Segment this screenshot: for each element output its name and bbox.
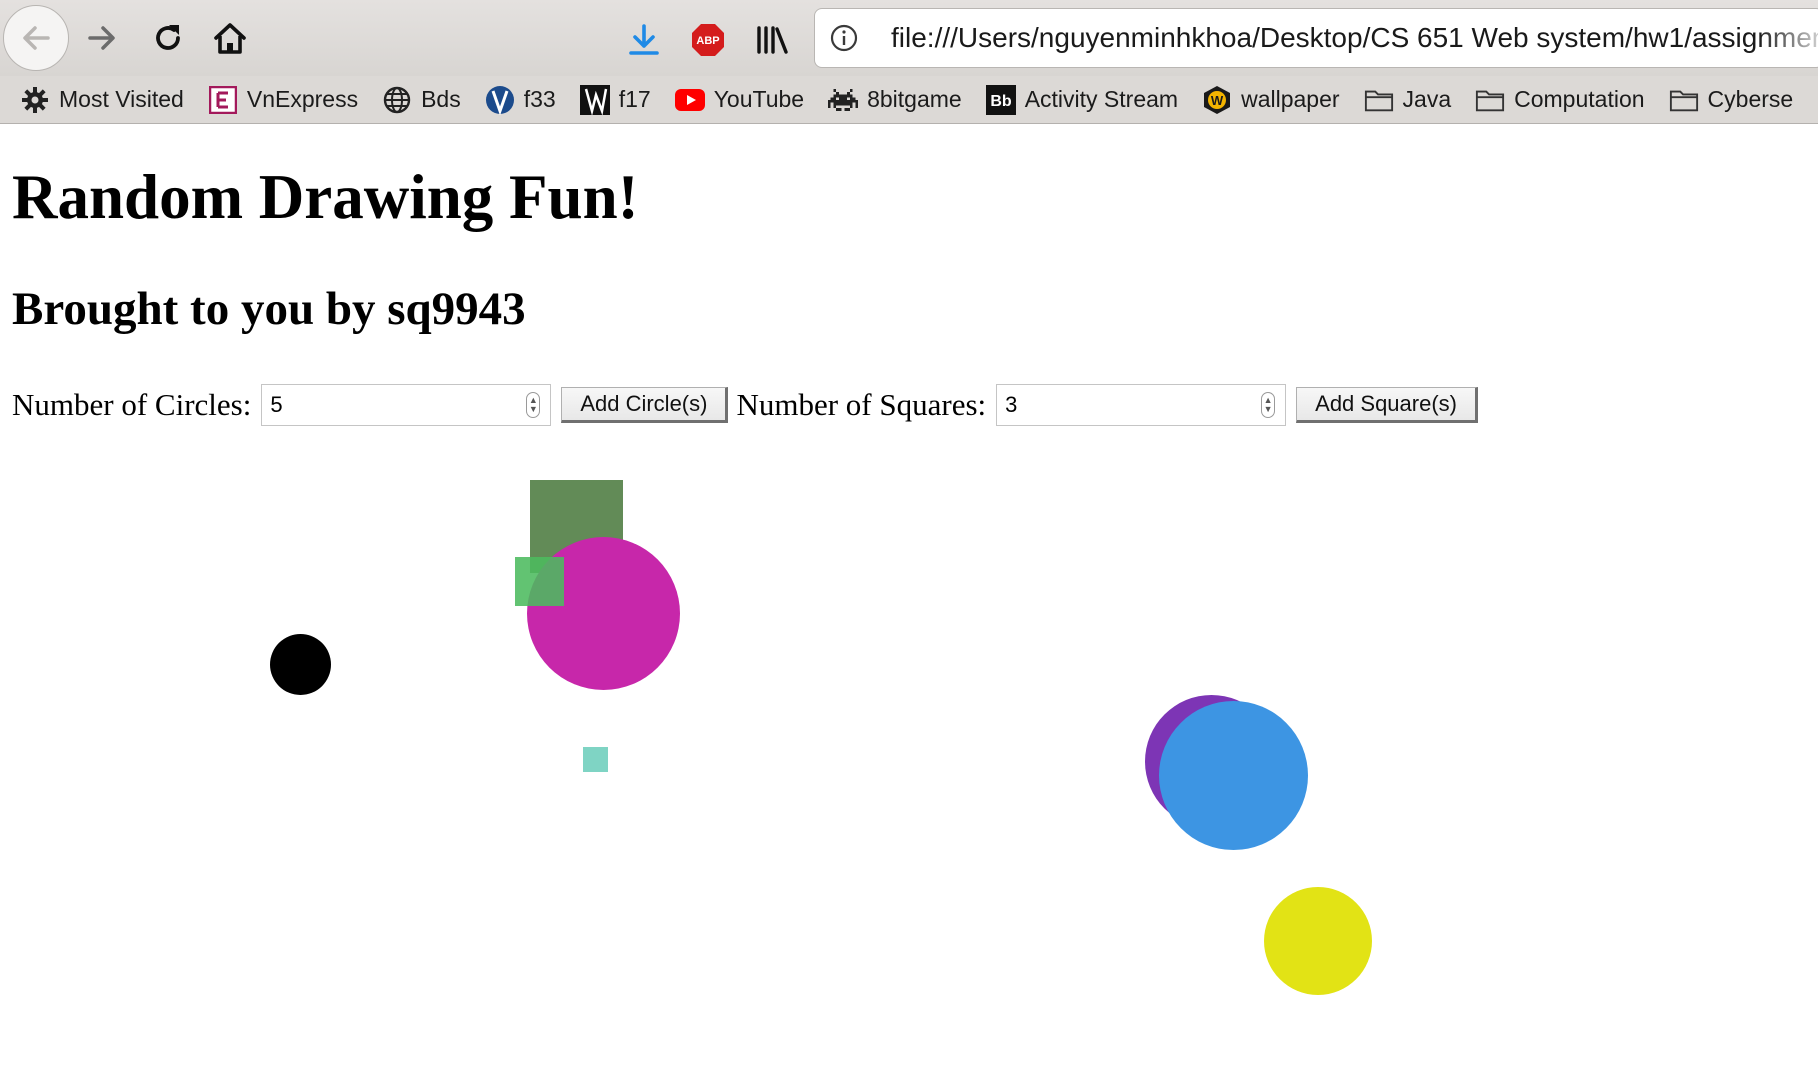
- page-title: Random Drawing Fun!: [12, 162, 639, 232]
- bookmark-label: wallpaper: [1241, 86, 1340, 112]
- url-bar[interactable]: file:///Users/nguyenminhkhoa/Desktop/CS …: [814, 8, 1818, 68]
- page-content: Random Drawing Fun! Brought to you by sq…: [0, 124, 1818, 1086]
- square-shape: [583, 747, 608, 772]
- library-icon: [757, 26, 788, 54]
- square-shape: [515, 557, 564, 606]
- bookmark-bds[interactable]: Bds: [382, 80, 461, 120]
- squares-label: Number of Squares:: [736, 387, 987, 422]
- bookmark-8bitgame[interactable]: 8bitgame: [828, 80, 962, 120]
- circles-label: Number of Circles:: [12, 387, 252, 422]
- w-hex-icon: W: [1202, 85, 1232, 115]
- squares-input[interactable]: [1005, 392, 1236, 418]
- adblock-plus-button[interactable]: ABP: [684, 16, 732, 64]
- space-invader-icon: [828, 85, 859, 115]
- svg-text:W: W: [1211, 93, 1224, 108]
- reload-button[interactable]: [146, 16, 190, 60]
- home-button[interactable]: [206, 14, 254, 62]
- f33-icon: [485, 85, 515, 115]
- bookmark-label: 8bitgame: [867, 86, 962, 112]
- back-button[interactable]: [3, 5, 69, 71]
- url-text[interactable]: file:///Users/nguyenminhkhoa/Desktop/CS …: [873, 22, 1818, 54]
- bookmark-most-visited[interactable]: Most Visited: [20, 80, 184, 120]
- forward-arrow-icon: [88, 26, 115, 50]
- controls-row: Number of Circles: ▲▼ Add Circle(s) Numb…: [12, 384, 1486, 426]
- circles-number-field[interactable]: ▲▼: [261, 384, 552, 426]
- bookmark-f33[interactable]: f33: [485, 80, 556, 120]
- bookmark-label: Cyberse: [1707, 86, 1794, 112]
- bookmark-wallpaper[interactable]: W wallpaper: [1202, 80, 1340, 120]
- page-subtitle: Brought to you by sq9943: [12, 283, 526, 335]
- download-icon: [629, 24, 659, 55]
- bookmark-label: VnExpress: [246, 86, 359, 112]
- abp-icon: ABP: [692, 24, 724, 56]
- bookmark-youtube[interactable]: YouTube: [674, 80, 805, 120]
- vnexpress-icon: [208, 85, 238, 115]
- site-info-icon[interactable]: [815, 9, 873, 67]
- svg-text:ABP: ABP: [696, 35, 719, 47]
- forward-button[interactable]: [80, 16, 124, 60]
- bookmarks-bar: Most Visited VnExpress Bds f33 f17 YouTu…: [0, 76, 1818, 124]
- library-button[interactable]: [748, 16, 796, 64]
- squares-number-field[interactable]: ▲▼: [996, 384, 1287, 426]
- bookmark-java[interactable]: Java: [1364, 80, 1452, 120]
- bookmark-activity-stream[interactable]: Bb Activity Stream: [985, 80, 1179, 120]
- browser-toolbar: ABP file:///Users/nguyenminhkhoa/Desktop…: [0, 0, 1818, 76]
- squares-stepper-icon[interactable]: ▲ ▼: [1261, 392, 1276, 418]
- svg-text:Bb: Bb: [990, 93, 1012, 110]
- add-squares-button[interactable]: Add Square(s): [1296, 387, 1478, 423]
- bookmark-label: f33: [523, 86, 556, 112]
- gear-icon: [20, 85, 50, 115]
- bookmark-label: Most Visited: [59, 86, 184, 112]
- bookmark-computation[interactable]: Computation: [1475, 80, 1645, 120]
- bookmark-label: f17: [618, 86, 651, 112]
- bookmark-f17[interactable]: f17: [579, 80, 651, 120]
- back-arrow-icon: [23, 26, 50, 50]
- reload-icon: [156, 25, 180, 50]
- folder-icon: [1669, 85, 1699, 115]
- circle-shape: [270, 634, 331, 695]
- circles-input[interactable]: [270, 392, 501, 418]
- folder-icon: [1364, 85, 1394, 115]
- folder-icon: [1475, 85, 1505, 115]
- circles-stepper-icon[interactable]: ▲ ▼: [526, 392, 541, 418]
- bookmark-label: Bds: [421, 86, 461, 112]
- bb-icon: Bb: [985, 84, 1016, 115]
- f17-icon: [579, 84, 610, 115]
- bookmark-vnexpress[interactable]: VnExpress: [208, 80, 358, 120]
- add-circles-button[interactable]: Add Circle(s): [561, 387, 729, 423]
- youtube-icon: [674, 85, 705, 115]
- bookmark-label: YouTube: [713, 86, 805, 112]
- circle-shape: [1159, 701, 1308, 850]
- globe-icon: [382, 85, 412, 115]
- bookmark-cyberse[interactable]: Cyberse: [1669, 80, 1794, 120]
- bookmark-label: Computation: [1514, 86, 1645, 112]
- bookmark-label: Activity Stream: [1024, 86, 1179, 112]
- home-icon: [214, 23, 246, 54]
- downloads-button[interactable]: [620, 16, 668, 64]
- circle-shape: [1264, 887, 1372, 995]
- drawing-area: [0, 464, 1818, 1030]
- bookmark-label: Java: [1402, 86, 1452, 112]
